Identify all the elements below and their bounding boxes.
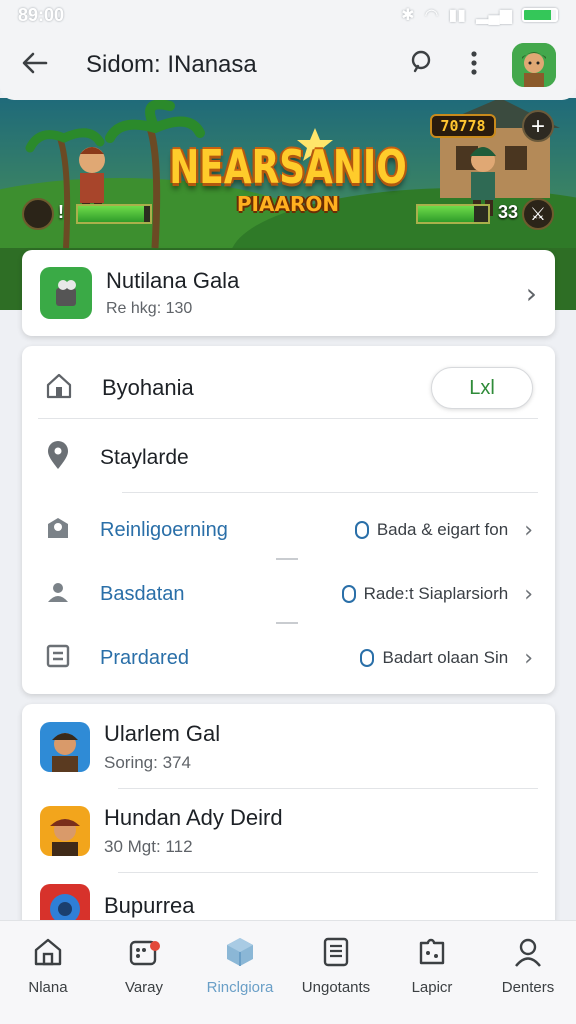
settings-card: Byohania Lxl Staylarde Reinligoerning Ba…: [22, 346, 555, 694]
separator-dash: [276, 558, 298, 560]
page-title: Sidom: INanasa: [86, 51, 257, 78]
featured-text: Nutilana Gala Re hkg: 130: [106, 268, 239, 318]
featured-subtitle: Re hkg: 130: [106, 300, 193, 317]
user-badge-icon: [44, 514, 72, 547]
settings-item[interactable]: Reinligoerning Bada & eigart fon ›: [22, 502, 555, 558]
nav-item-documents[interactable]: Ungotants: [288, 921, 384, 1024]
chevron-right-icon[interactable]: ›: [524, 582, 533, 607]
sword-icon[interactable]: ⚔: [522, 198, 554, 230]
chevron-right-icon[interactable]: ›: [524, 646, 533, 671]
nav-label: Lapicr: [411, 979, 453, 996]
game-icon: [40, 722, 90, 772]
battery-icon: [522, 8, 558, 22]
game-controller-icon: [127, 935, 161, 969]
home-icon: [44, 371, 74, 406]
settings-header-label: Byohania: [102, 375, 194, 400]
info-icon: [354, 521, 369, 539]
settings-item-detail: Rade:t Siaplarsiorh: [341, 584, 509, 604]
nav-label: Ungotants: [301, 979, 371, 996]
featured-app-card[interactable]: Nutilana Gala Re hkg: 130 ›: [22, 250, 555, 336]
nav-label: Denters: [501, 979, 555, 996]
home-icon: [31, 935, 65, 969]
banner-title: NEARSANIO: [169, 140, 407, 194]
settings-item-detail-text: Bada & eigart fon: [376, 520, 509, 539]
game-subtitle: 30 Mgt: 112: [104, 837, 193, 856]
wifi-icon: ◠: [424, 7, 439, 24]
game-title: Ularlem Gal: [104, 721, 221, 746]
nav-item-home[interactable]: Nlana: [0, 921, 96, 1024]
game-subtitle: Soring: 374: [104, 753, 191, 772]
person-icon: [511, 935, 545, 969]
back-arrow-icon[interactable]: [20, 48, 50, 83]
score-counter: 70778: [430, 114, 496, 138]
settings-header-row: Byohania Lxl: [22, 358, 555, 418]
nav-item-profile[interactable]: Denters: [480, 921, 576, 1024]
settings-item-label: Basdatan: [100, 582, 185, 605]
settings-item[interactable]: Basdatan Rade:t Siaplarsiorh ›: [22, 566, 555, 622]
settings-item[interactable]: Prardared Badart olaan Sin ›: [22, 630, 555, 686]
level-value: 33: [497, 202, 518, 222]
games-list-card: Ularlem Gal Soring: 374 Hundan Ady Deird…: [22, 704, 555, 934]
list-item[interactable]: Ularlem Gal Soring: 374: [22, 706, 555, 788]
puzzle-icon: [415, 935, 449, 969]
list-item[interactable]: Hundan Ady Deird 30 Mgt: 112: [22, 790, 555, 872]
nav-label: Rinclgiora: [206, 979, 274, 996]
status-bar: 89:00 ✱ ◠ ▮▮ ▂▄▆: [0, 0, 576, 30]
settings-item-detail: Bada & eigart fon: [354, 520, 509, 540]
energy-bar: [416, 204, 490, 224]
settings-item-detail-text: Rade:t Siaplarsiorh: [363, 584, 509, 603]
nav-label: Nlana: [28, 979, 68, 996]
game-title: Bupurrea: [104, 893, 195, 918]
settings-subheader-label: Staylarde: [100, 446, 189, 469]
divider: [118, 788, 538, 789]
health-marker-icon: !: [58, 202, 64, 222]
nav-item-puzzle[interactable]: Lapicr: [384, 921, 480, 1024]
location-pin-icon: [44, 440, 72, 476]
game-text: Hundan Ady Deird 30 Mgt: 112: [104, 805, 283, 857]
person-icon: [44, 578, 72, 611]
settings-item-detail: Badart olaan Sin: [360, 648, 508, 668]
separator-dash: [276, 622, 298, 624]
chevron-right-icon[interactable]: ›: [526, 277, 537, 310]
signal-icon: ▮▮: [448, 7, 467, 24]
info-icon: [360, 649, 375, 667]
settings-header-button[interactable]: Lxl: [431, 367, 533, 409]
featured-title: Nutilana Gala: [106, 268, 240, 293]
nav-item-active[interactable]: Rinclgiora: [192, 921, 288, 1024]
search-icon[interactable]: [408, 49, 436, 82]
settings-item-label: Prardared: [100, 646, 189, 669]
divider: [122, 492, 538, 493]
app-actions: [408, 43, 556, 87]
status-time: 89:00: [18, 4, 65, 25]
health-bar-fill: [78, 206, 145, 222]
bluetooth-icon: ✱: [401, 7, 415, 24]
add-icon[interactable]: +: [522, 110, 554, 142]
game-title: Hundan Ady Deird: [104, 805, 283, 830]
cube-icon: [223, 935, 257, 969]
more-vert-icon[interactable]: [470, 49, 478, 82]
status-icons: ✱ ◠ ▮▮ ▂▄▆: [401, 5, 558, 25]
list-icon: [44, 642, 72, 675]
info-icon: [341, 585, 356, 603]
health-bar: [76, 204, 152, 224]
settings-subheader-row[interactable]: Staylarde: [22, 428, 555, 488]
settings-item-label: Reinligoerning: [100, 518, 228, 541]
bottom-navigation: Nlana Varay Rinclgiora Ungotants Lapicr …: [0, 920, 576, 1024]
energy-bar-fill: [418, 206, 474, 222]
divider: [38, 418, 538, 419]
avatar[interactable]: [512, 43, 556, 87]
chevron-right-icon[interactable]: ›: [524, 518, 533, 543]
document-icon: [319, 935, 353, 969]
nav-item-games[interactable]: Varay: [96, 921, 192, 1024]
game-app-icon: [40, 267, 92, 319]
settings-item-detail-text: Badart olaan Sin: [382, 648, 509, 667]
shield-icon[interactable]: [22, 198, 54, 230]
nav-label: Varay: [124, 979, 164, 996]
game-text: Ularlem Gal Soring: 374: [104, 721, 220, 773]
signal-icon: ▂▄▆: [476, 7, 512, 24]
app-bar: Sidom: INanasa: [0, 30, 576, 100]
game-icon: [40, 806, 90, 856]
